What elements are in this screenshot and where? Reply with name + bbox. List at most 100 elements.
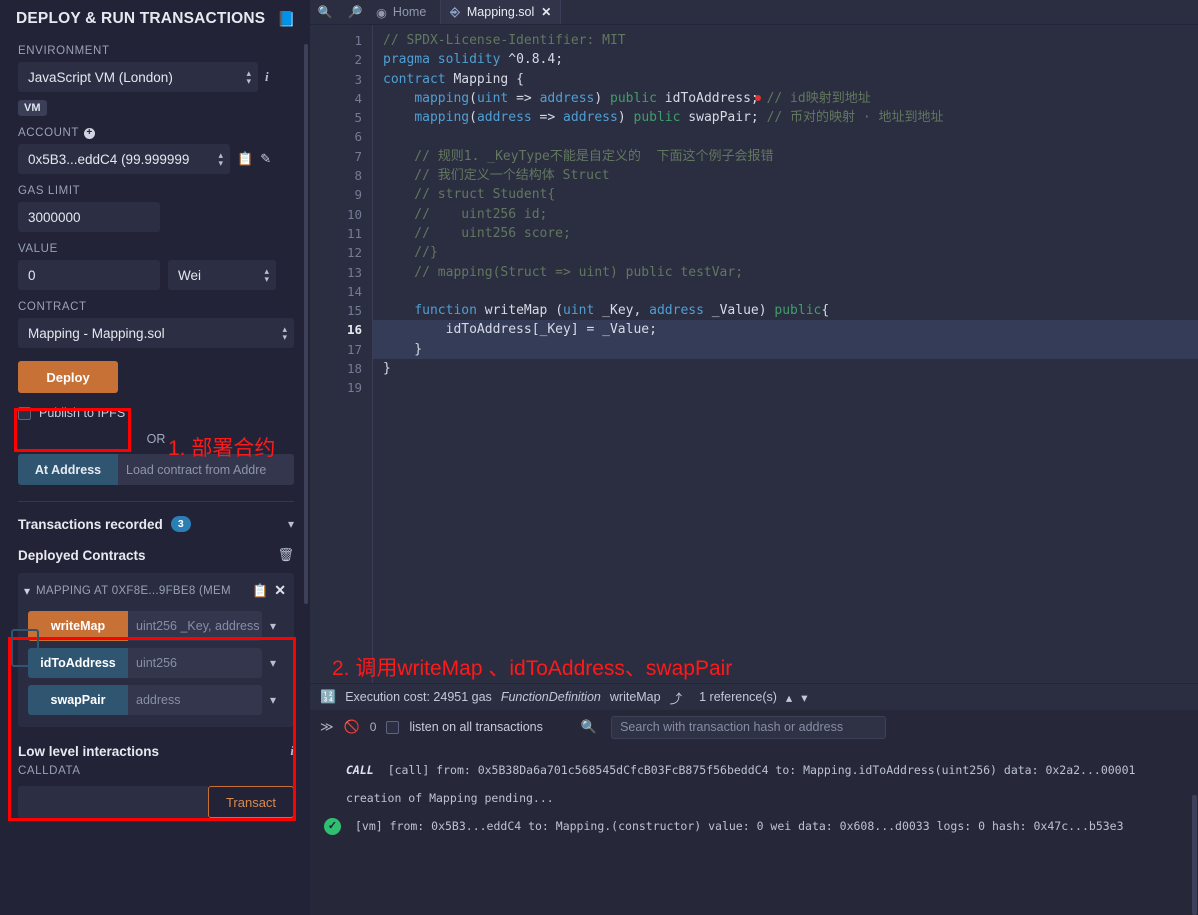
code-line-7[interactable]: // 规则1. _KeyType不能是自定义的 下面这个例子会报错	[373, 147, 1198, 166]
publish-ipfs-row[interactable]: Publish to IPFS	[18, 406, 294, 420]
contract-select[interactable]: Mapping - Mapping.sol ▴▾	[18, 318, 294, 348]
value-input[interactable]: 0	[18, 260, 160, 290]
code-line-8[interactable]: // 我们定义一个结构体 Struct	[373, 166, 1198, 185]
value-row: 0 Wei ▴▾	[18, 260, 294, 290]
account-select[interactable]: 0x5B3...eddC4 (99.999999 ▴▾	[18, 144, 230, 174]
terminal-entry-call[interactable]: CALL[call] from: 0x5B38Da6a701c568545dCf…	[310, 756, 1198, 784]
environment-value: JavaScript VM (London)	[28, 70, 173, 85]
line-number-16: 16	[310, 320, 372, 339]
sidebar-scrollbar[interactable]	[304, 44, 308, 604]
chevron-down-icon[interactable]: ▾	[262, 619, 284, 633]
terminal-scrollbar[interactable]	[1192, 795, 1197, 915]
definition-kind: FunctionDefinition	[501, 690, 601, 704]
transact-button[interactable]: Transact	[208, 786, 294, 818]
at-address-button[interactable]: At Address	[18, 454, 118, 485]
code-line-19[interactable]	[373, 378, 1198, 397]
info-icon[interactable]: i	[265, 69, 269, 85]
deployed-contract-header[interactable]: ▾ MAPPING AT 0XF8E...9FBE8 (MEM 📋 ✕	[18, 577, 294, 604]
function-params-writemap[interactable]: uint256 _Key, address	[128, 611, 262, 641]
copy-icon[interactable]: 📋	[237, 151, 253, 167]
publish-ipfs-checkbox[interactable]	[18, 407, 31, 420]
code-line-15[interactable]: function writeMap (uint _Key, address _V…	[373, 301, 1198, 320]
terminal-entry-vm[interactable]: ✓ [vm] from: 0x5B3...eddC4 to: Mapping.(…	[310, 812, 1198, 840]
code-content[interactable]: // SPDX-License-Identifier: MITpragma so…	[372, 25, 1198, 683]
contract-value: Mapping - Mapping.sol	[28, 326, 165, 341]
book-icon[interactable]: 📘	[277, 12, 296, 27]
line-number-11: 11	[310, 224, 372, 243]
chevron-down-icon[interactable]: ▾	[262, 656, 284, 670]
code-line-17[interactable]: }	[373, 340, 1198, 359]
editor-status-bar: 🔢 Execution cost: 24951 gas FunctionDefi…	[310, 683, 1198, 710]
sidebar-divider	[18, 501, 294, 502]
plus-icon[interactable]: +	[84, 128, 95, 139]
terminal-entry-vm-text: [vm] from: 0x5B3...eddC4 to: Mapping.(co…	[355, 812, 1124, 840]
environment-select[interactable]: JavaScript VM (London) ▴▾	[18, 62, 258, 92]
code-line-1[interactable]: // SPDX-License-Identifier: MIT	[373, 31, 1198, 50]
terminal-search-placeholder: Search with transaction hash or address	[620, 720, 843, 734]
code-line-10[interactable]: // uint256 id;	[373, 205, 1198, 224]
value-unit-select[interactable]: Wei ▴▾	[168, 260, 276, 290]
chevron-down-icon[interactable]: ▾	[262, 693, 284, 707]
function-params-idtoaddress[interactable]: uint256	[128, 648, 262, 678]
function-button-swappair[interactable]: swapPair	[28, 685, 128, 715]
chevron-down-icon[interactable]: ▾	[288, 517, 294, 531]
definition-name: writeMap	[610, 690, 661, 704]
tab-mapping-sol[interactable]: ⎆ Mapping.sol ✕	[441, 0, 561, 24]
code-line-11[interactable]: // uint256 score;	[373, 224, 1198, 243]
code-editor[interactable]: 12345678910111213141516171819 // SPDX-Li…	[310, 25, 1198, 683]
trash-icon[interactable]: 🗑	[277, 547, 294, 563]
at-address-placeholder: Load contract from Addre	[126, 463, 266, 477]
code-line-13[interactable]: // mapping(Struct => uint) public testVa…	[373, 263, 1198, 282]
listen-all-checkbox[interactable]	[386, 721, 399, 734]
contract-label: CONTRACT	[18, 301, 294, 313]
code-line-9[interactable]: // struct Student{	[373, 185, 1198, 204]
transactions-recorded-label: Transactions recorded	[18, 517, 163, 532]
code-line-6[interactable]	[373, 127, 1198, 146]
terminal-output[interactable]: CALL[call] from: 0x5B38Da6a701c568545dCf…	[310, 744, 1198, 915]
code-line-18[interactable]: }	[373, 359, 1198, 378]
low-level-title: Low level interactions	[18, 744, 159, 759]
tab-home[interactable]: ◉ Home	[370, 0, 441, 24]
copy-icon[interactable]: 📋	[252, 583, 268, 599]
function-button-idtoaddress[interactable]: idToAddress	[28, 648, 128, 678]
gas-icon: 🔢	[320, 689, 336, 705]
code-line-5[interactable]: mapping(address => address) public swapP…	[373, 108, 1198, 127]
function-params-swappair[interactable]: address	[128, 685, 262, 715]
annotation-step-2: 2. 调用writeMap 、idToAddress、swapPair	[332, 652, 732, 682]
calldata-row: Transact	[18, 786, 294, 818]
annotation-step-1: 1. 部署合约	[168, 432, 275, 462]
code-line-14[interactable]	[373, 282, 1198, 301]
line-number-1: 1	[310, 31, 372, 50]
close-icon[interactable]: ✕	[274, 582, 286, 599]
chevron-down-icon[interactable]: ▾	[24, 584, 30, 598]
listen-all-label: listen on all transactions	[409, 720, 542, 734]
terminal-search-input[interactable]: Search with transaction hash or address	[611, 716, 886, 739]
jump-icon[interactable]: ⤴	[670, 688, 683, 707]
code-line-4[interactable]: mapping(uint => address) public idToAddr…	[373, 89, 1198, 108]
close-icon[interactable]: ✕	[541, 5, 551, 19]
code-line-12[interactable]: //}	[373, 243, 1198, 262]
code-line-16[interactable]: idToAddress[_Key] = _Value;	[373, 320, 1198, 339]
double-chevron-down-icon[interactable]: ≫	[320, 719, 334, 735]
info-icon[interactable]: i	[290, 743, 294, 759]
code-line-2[interactable]: pragma solidity ^0.8.4;	[373, 50, 1198, 69]
function-params-swappair-text: address	[136, 693, 180, 707]
function-button-writemap[interactable]: writeMap	[28, 611, 128, 641]
chevron-down-icon[interactable]: ▾	[801, 690, 807, 705]
calldata-input[interactable]	[18, 786, 208, 818]
deploy-button[interactable]: Deploy	[18, 361, 118, 393]
panel-header: DEPLOY & RUN TRANSACTIONS 📘	[0, 0, 310, 34]
account-row: 0x5B3...eddC4 (99.999999 ▴▾ 📋 ✎	[18, 144, 294, 174]
transactions-recorded-row[interactable]: Transactions recorded 3 ▾	[18, 516, 294, 532]
edit-icon[interactable]: ✎	[260, 151, 271, 167]
code-line-3[interactable]: contract Mapping {	[373, 70, 1198, 89]
value-unit: Wei	[178, 268, 201, 283]
function-row-idtoaddress: idToAddress uint256 ▾	[28, 648, 284, 678]
gas-limit-input[interactable]: 3000000	[18, 202, 160, 232]
error-marker-icon	[755, 95, 761, 101]
ban-icon[interactable]: 🚫	[344, 719, 360, 735]
zoom-in-icon[interactable]: 🔎	[340, 0, 370, 24]
chevron-up-icon[interactable]: ▴	[786, 690, 792, 705]
zoom-out-icon[interactable]: 🔍	[310, 0, 340, 24]
calldata-label: CALLDATA	[18, 765, 294, 777]
